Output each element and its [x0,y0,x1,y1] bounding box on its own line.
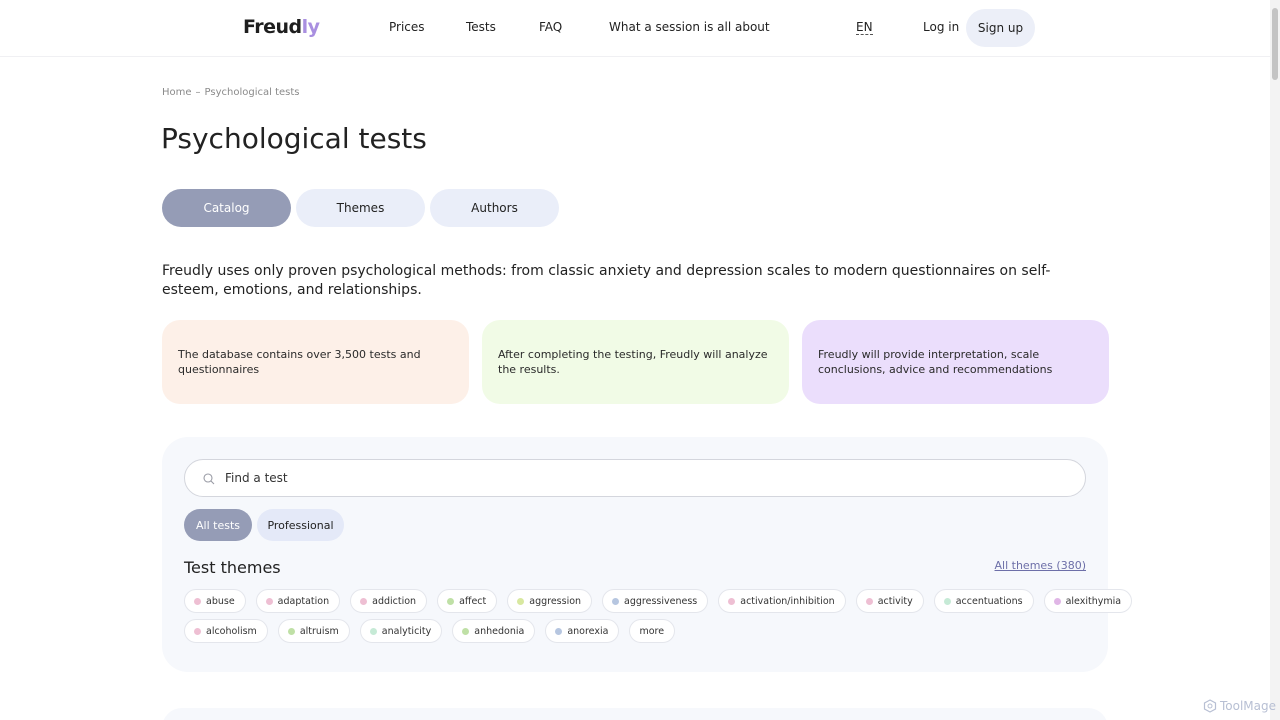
theme-chip[interactable]: analyticity [359,619,443,643]
info-card-text: The database contains over 3,500 tests a… [178,348,421,376]
search-input[interactable] [225,460,1065,496]
intro-text: Freudly uses only proven psychological m… [162,263,1051,298]
theme-chip-label: alcoholism [206,625,257,637]
theme-chip[interactable]: adaptation [255,589,341,613]
theme-chip-label: accentuations [955,595,1023,607]
watermark-icon [1203,699,1217,713]
nav-session[interactable]: What a session is all about [609,20,770,34]
filter-all-tests[interactable]: All tests [184,509,252,541]
info-card-database: The database contains over 3,500 tests a… [162,320,469,404]
watermark-text: ToolMage [1220,699,1277,713]
theme-dot-icon [612,597,620,605]
site-header: Freudly Prices Tests FAQ What a session … [0,0,1270,57]
info-card-text: Freudly will provide interpretation, sca… [818,348,1053,376]
theme-chip-label: aggressiveness [624,595,698,607]
theme-chip[interactable]: anorexia [545,619,620,643]
theme-dot-icon [555,627,563,635]
theme-chip-label: altruism [299,625,339,637]
page-title: Psychological tests [161,122,427,155]
breadcrumb: Home – Psychological tests [162,87,300,98]
theme-dot-icon [1053,597,1061,605]
nav-tests[interactable]: Tests [466,20,496,34]
theme-chip-label: activity [877,595,913,607]
logo[interactable]: Freudly [243,16,320,38]
nav-faq[interactable]: FAQ [539,20,562,34]
login-link[interactable]: Log in [923,20,959,34]
theme-chip[interactable]: abuse [184,589,246,613]
theme-chip-label: anhedonia [474,625,525,637]
theme-chip-label: anorexia [567,625,609,637]
theme-dot-icon [360,597,368,605]
theme-dot-icon [447,597,455,605]
theme-dot-icon [865,597,873,605]
scrollbar-thumb[interactable] [1272,8,1278,80]
signup-button[interactable]: Sign up [966,9,1035,47]
info-card-text: After completing the testing, Freudly wi… [498,348,768,376]
info-card-interpretation: Freudly will provide interpretation, sca… [802,320,1109,404]
watermark: ToolMage [1203,699,1276,713]
breadcrumb-home[interactable]: Home [162,87,192,98]
theme-dot-icon [194,597,201,605]
test-search-panel: All tests Professional Test themes All t… [162,437,1133,672]
theme-chip[interactable]: anhedonia [452,619,536,643]
theme-chip[interactable]: addiction [350,589,428,613]
logo-main: Freud [243,16,302,38]
tab-catalog[interactable]: Catalog [162,189,291,227]
theme-dot-icon [943,597,951,605]
filter-professional[interactable]: Professional [257,509,344,541]
theme-chips-row: abuse adaptation addiction affect aggression… [184,589,1133,613]
theme-chip-label: aggression [529,595,582,607]
breadcrumb-current: Psychological tests [204,87,300,98]
themes-heading: Test themes [184,558,281,577]
logo-accent: ly [301,16,320,38]
theme-dot-icon [369,627,377,635]
theme-chip[interactable]: alcoholism [184,619,268,643]
language-switcher[interactable]: EN [856,20,873,35]
theme-chip[interactable]: accentuations [933,589,1034,613]
theme-dot-icon [728,597,736,605]
tab-authors[interactable]: Authors [430,189,559,227]
nav-prices[interactable]: Prices [389,20,425,34]
theme-chip[interactable]: altruism [277,619,350,643]
theme-chip[interactable]: alexithymia [1043,589,1133,613]
theme-chip[interactable]: aggressiveness [602,589,709,613]
tab-themes[interactable]: Themes [296,189,425,227]
theme-dot-icon [265,597,273,605]
theme-chip[interactable]: activation/inhibition [718,589,846,613]
theme-chip[interactable]: activity [855,589,924,613]
breadcrumb-separator: – [195,87,201,98]
theme-chip[interactable]: aggression [507,589,593,613]
theme-chip[interactable]: affect [437,589,498,613]
theme-chip-label: addiction [372,595,417,607]
all-themes-link[interactable]: All themes (380) [995,559,1086,572]
next-section [162,708,1108,720]
theme-dot-icon [194,627,201,635]
theme-chip-label: affect [459,595,487,607]
theme-chip-label: abuse [206,595,235,607]
more-themes-chip[interactable]: more [629,619,676,643]
theme-chips-row: alcoholism altruism analyticity anhedonia an… [184,619,1084,643]
theme-chip-label: adaptation [277,595,330,607]
theme-dot-icon [462,627,470,635]
theme-dot-icon [287,627,295,635]
search-icon [203,473,215,485]
page-scrollbar[interactable] [1270,0,1280,720]
search-box[interactable] [184,459,1086,497]
theme-dot-icon [517,597,525,605]
theme-chip-label: analyticity [381,625,432,637]
theme-chip-label: activation/inhibition [740,595,835,607]
info-card-analysis: After completing the testing, Freudly wi… [482,320,789,404]
theme-chip-label: alexithymia [1065,595,1122,607]
